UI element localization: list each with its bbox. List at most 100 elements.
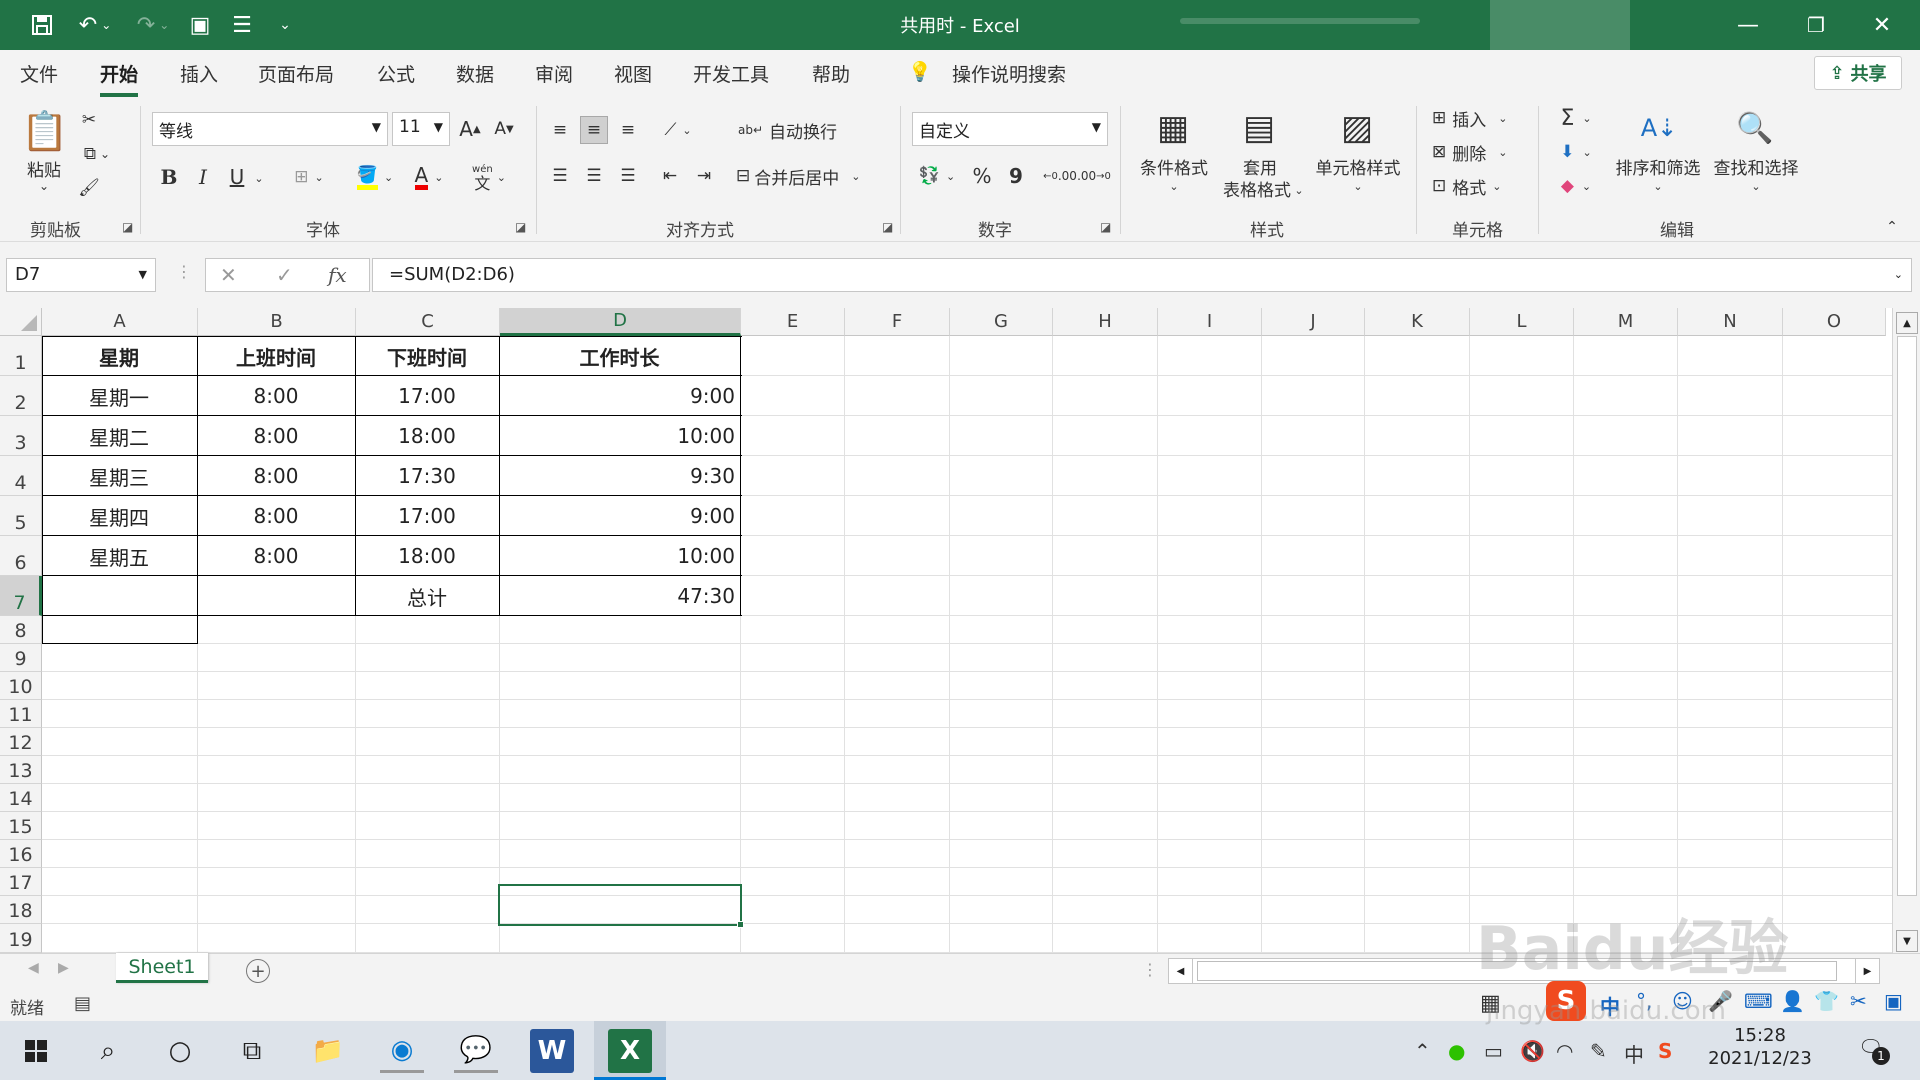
conditional-formatting-button[interactable]: 条件格式 xyxy=(1132,154,1216,179)
table-cell[interactable]: 星期三 xyxy=(42,456,196,496)
insert-cells-button[interactable]: ⊞ 插入 ⌄ xyxy=(1432,104,1522,132)
column-header-E[interactable]: E xyxy=(741,308,845,336)
excel-taskbar-button[interactable]: X xyxy=(594,1021,666,1080)
toolbox-icon[interactable]: ▣ xyxy=(1884,989,1903,1013)
underline-dropdown-icon[interactable]: ⌄ xyxy=(252,166,266,190)
insert-function-icon[interactable]: fx xyxy=(328,263,347,287)
column-header-F[interactable]: F xyxy=(845,308,950,336)
table-cell[interactable]: 9:30 xyxy=(500,456,739,496)
alignment-launcher-icon[interactable]: ◪ xyxy=(882,220,893,234)
decrease-decimal-button[interactable]: .00 →0 xyxy=(1077,162,1111,190)
find-select-icon[interactable]: 🔍 xyxy=(1732,104,1778,152)
top-align-icon[interactable]: ≡ xyxy=(546,116,574,144)
column-header-H[interactable]: H xyxy=(1053,308,1158,336)
worksheet-grid[interactable]: ABCDEFGHIJKLMNO 1 2 3 4 5 6 7 8 9 10 11 12 13 14 15 16 1… xyxy=(0,308,1920,953)
orientation-icon[interactable]: ⟋ ⌄ xyxy=(656,116,700,144)
battery-icon[interactable]: ▭ xyxy=(1484,1039,1503,1063)
underline-button[interactable]: U xyxy=(224,160,250,194)
row-header-9[interactable]: 9 xyxy=(0,644,42,672)
tab-view[interactable]: 视图 xyxy=(614,60,652,87)
formula-input[interactable]: =SUM(D2:D6) ⌄ xyxy=(372,258,1912,292)
tell-me-search[interactable]: 操作说明搜索 xyxy=(952,60,1066,87)
middle-align-icon[interactable]: ≡ xyxy=(580,116,608,144)
borders-button[interactable]: ⊞ ⌄ xyxy=(284,160,334,194)
increase-indent-icon[interactable]: ⇥ xyxy=(690,162,718,190)
percent-button[interactable]: % xyxy=(968,162,996,190)
fill-icon[interactable]: ⬇ ⌄ xyxy=(1552,138,1600,166)
enter-icon[interactable]: ✓ xyxy=(276,263,293,287)
row-header-19[interactable]: 19 xyxy=(0,924,42,953)
table-cell[interactable]: 星期五 xyxy=(42,536,196,576)
table-cell[interactable]: 8:00 xyxy=(198,496,354,536)
table-cell[interactable]: 星期一 xyxy=(42,376,196,416)
bold-button[interactable]: B xyxy=(156,160,182,194)
number-launcher-icon[interactable]: ◪ xyxy=(1100,220,1111,234)
prev-sheet-icon[interactable]: ◀ xyxy=(28,960,39,976)
clock[interactable]: 15:28 2021/12/23 xyxy=(1700,1025,1820,1069)
column-header-D[interactable]: D xyxy=(500,308,741,336)
cortana-icon[interactable]: ○ xyxy=(158,1029,202,1073)
table-cell[interactable]: 17:00 xyxy=(356,376,498,416)
decrease-indent-icon[interactable]: ⇤ xyxy=(656,162,684,190)
row-header-15[interactable]: 15 xyxy=(0,812,42,840)
row-header-3[interactable]: 3 xyxy=(0,416,42,456)
share-button[interactable]: ⇪ 共享 xyxy=(1814,56,1902,90)
number-format-combo[interactable]: 自定义 ▼ xyxy=(912,112,1108,146)
add-sheet-icon[interactable]: + xyxy=(246,959,270,983)
row-header-6[interactable]: 6 xyxy=(0,536,42,576)
shrink-font-button[interactable]: A ▼ xyxy=(490,112,518,146)
table-cell[interactable]: 8:00 xyxy=(198,416,354,456)
expand-formula-icon[interactable]: ⌄ xyxy=(1894,268,1903,281)
collapse-ribbon-icon[interactable]: ⌃ xyxy=(1882,218,1902,236)
skin-icon[interactable]: 👕 xyxy=(1814,989,1839,1013)
chevron-down-icon[interactable]: ⌄ xyxy=(1164,178,1184,194)
bottom-align-icon[interactable]: ≡ xyxy=(614,116,642,144)
font-name-combo[interactable]: 等线 ▼ xyxy=(152,112,388,146)
tab-page-layout[interactable]: 页面布局 xyxy=(258,60,334,87)
autosum-icon[interactable]: Σ ⌄ xyxy=(1552,104,1600,132)
wrap-text-button[interactable]: ab↵ 自动换行 xyxy=(738,116,878,144)
action-center-icon[interactable]: 🗨 1 xyxy=(1858,1035,1890,1065)
cancel-icon[interactable]: ✕ xyxy=(220,263,237,287)
table-cell[interactable]: 8:00 xyxy=(198,456,354,496)
clear-icon[interactable]: ◆ ⌄ xyxy=(1552,172,1600,200)
paste-icon[interactable]: 📋 xyxy=(21,106,68,156)
chevron-down-icon[interactable]: ⌄ xyxy=(1292,182,1306,198)
delete-cells-button[interactable]: ⊠ 删除 ⌄ xyxy=(1432,138,1522,166)
header-cell[interactable]: 星期 xyxy=(42,336,196,376)
column-header-M[interactable]: M xyxy=(1574,308,1678,336)
column-header-B[interactable]: B xyxy=(198,308,356,336)
table-cell[interactable]: 9:00 xyxy=(500,496,739,536)
table-cell[interactable]: 9:00 xyxy=(500,376,739,416)
tab-review[interactable]: 审阅 xyxy=(535,60,573,87)
task-view-icon[interactable]: ⧉ xyxy=(230,1029,274,1073)
column-header-O[interactable]: O xyxy=(1783,308,1886,336)
clipboard-launcher-icon[interactable]: ◪ xyxy=(122,220,133,234)
pen-icon[interactable]: ✎ xyxy=(1590,1039,1607,1063)
font-launcher-icon[interactable]: ◪ xyxy=(515,220,526,234)
tray-chevron-icon[interactable]: ⌃ xyxy=(1414,1039,1431,1063)
row-header-8[interactable]: 8 xyxy=(0,616,42,644)
sheet-tab-sheet1[interactable]: Sheet1 xyxy=(116,953,208,983)
word-icon[interactable]: W xyxy=(530,1029,574,1073)
search-icon[interactable]: ⌕ xyxy=(86,1029,130,1073)
table-cell[interactable]: 18:00 xyxy=(356,536,498,576)
sort-filter-icon[interactable]: A⇣ xyxy=(1636,104,1682,152)
tab-developer[interactable]: 开发工具 xyxy=(693,60,769,87)
tray-ime[interactable]: 中 xyxy=(1624,1039,1644,1068)
splitter-icon[interactable]: ⋮ xyxy=(1142,960,1158,979)
scroll-left-icon[interactable]: ◀ xyxy=(1169,959,1193,983)
table-cell[interactable]: 17:00 xyxy=(356,496,498,536)
accounting-format-button[interactable]: 💱 ⌄ xyxy=(912,162,962,190)
scroll-right-icon[interactable]: ▶ xyxy=(1855,959,1879,983)
row-header-17[interactable]: 17 xyxy=(0,868,42,896)
conditional-formatting-icon[interactable]: ▦ xyxy=(1150,104,1196,152)
table-cell[interactable] xyxy=(198,576,354,616)
header-cell[interactable]: 上班时间 xyxy=(198,336,354,376)
format-painter-icon[interactable]: 🖌 xyxy=(74,174,104,202)
find-select-button[interactable]: 查找和选择 xyxy=(1708,154,1804,179)
table-cell[interactable]: 10:00 xyxy=(500,416,739,456)
tab-file[interactable]: 文件 xyxy=(20,60,58,87)
user-icon[interactable]: 👤 xyxy=(1780,989,1805,1013)
align-center-icon[interactable]: ☰ xyxy=(580,162,608,190)
